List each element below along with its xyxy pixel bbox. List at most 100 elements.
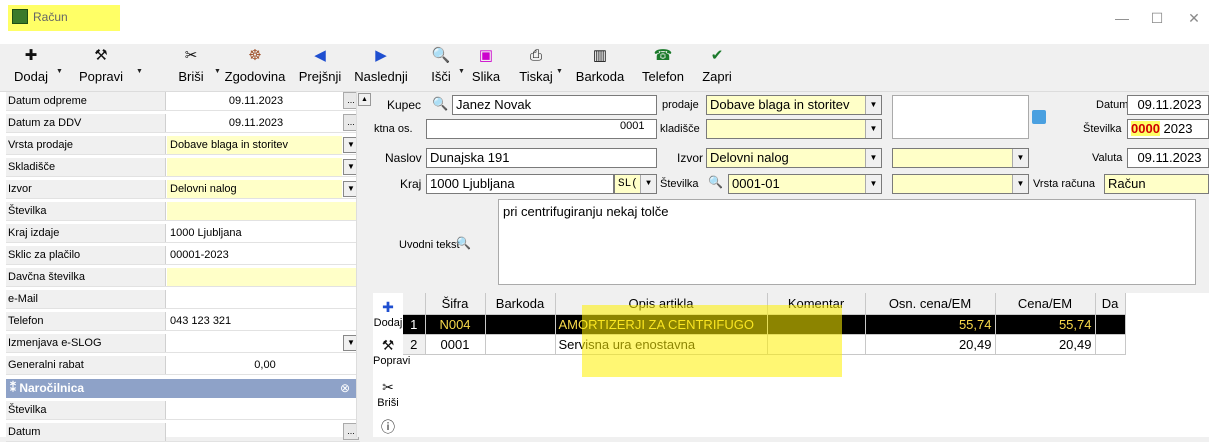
cell-sifra[interactable]: N004 <box>425 314 486 335</box>
chevron-down-icon[interactable]: ▼ <box>556 68 563 75</box>
scroll-up-icon[interactable]: ▲ <box>358 93 371 106</box>
chevron-down-icon[interactable]: ▼ <box>1012 149 1028 167</box>
property-row[interactable]: Številka <box>6 202 360 221</box>
table-row[interactable]: 2 0001 Servisna ura enostavna 20,49 20,49 <box>403 334 1126 355</box>
cell-opis[interactable]: Servisna ura enostavna <box>555 334 768 355</box>
property-value[interactable] <box>167 401 360 419</box>
property-value[interactable]: Delovni nalog <box>167 180 342 198</box>
property-row[interactable]: Izvor Delovni nalog ▼ <box>6 180 360 199</box>
column-header[interactable] <box>403 293 426 315</box>
toolbar-popravi-button[interactable]: ⚒ Popravi ▼ <box>60 44 143 90</box>
chevron-down-icon[interactable]: ▼ <box>1012 175 1028 193</box>
cell-n[interactable]: 2 <box>403 334 426 355</box>
property-value[interactable]: 00001-2023 <box>167 246 360 264</box>
cell-komentar[interactable] <box>767 334 866 355</box>
grid-dodaj-button[interactable]: ✚ Dodaj <box>373 298 403 330</box>
property-value[interactable] <box>167 290 360 308</box>
toolbar-barkoda-button[interactable]: ▥ Barkoda <box>566 44 634 90</box>
izvor-extra-select[interactable]: ▼ <box>892 148 1029 168</box>
column-header[interactable]: Osn. cena/EM <box>865 293 996 315</box>
chevron-down-icon[interactable]: ▼ <box>640 175 656 193</box>
toolbar-isci-button[interactable]: 🔍 Išči ▼ <box>418 44 465 90</box>
property-row[interactable]: Izmenjava e-SLOG ▼ <box>6 334 360 353</box>
table-row[interactable]: 1 N004 AMORTIZERJI ZA CENTRIFUGO 55,74 55,74 <box>403 314 1126 335</box>
chevron-down-icon[interactable]: ▼ <box>865 120 881 138</box>
property-value[interactable]: 09.11.2023 <box>167 92 342 110</box>
grid-info-button[interactable]: ⓘ <box>373 418 403 436</box>
stevilka-input[interactable]: 0000 2023 <box>1127 119 1209 139</box>
valuta-input[interactable]: 09.11.2023 <box>1127 148 1209 168</box>
property-value[interactable] <box>167 158 342 176</box>
toolbar-zgodovina-button[interactable]: ☸ Zgodovina <box>217 44 293 90</box>
prodaje-select[interactable]: Dobave blaga in storitev ▼ <box>706 95 882 115</box>
property-row[interactable]: Datum... <box>6 423 360 442</box>
property-row[interactable]: Vrsta prodaje Dobave blaga in storitev ▼ <box>6 136 360 155</box>
search-icon[interactable]: 🔍 <box>432 96 448 112</box>
stevilka2-select[interactable]: 0001-01 ▼ <box>728 174 882 194</box>
cell-da[interactable] <box>1095 334 1126 355</box>
chevron-down-icon[interactable]: ▼ <box>865 175 881 193</box>
close-button[interactable]: ✕ <box>1184 10 1204 26</box>
maximize-button[interactable]: ☐ <box>1147 10 1167 26</box>
toolbar-slika-button[interactable]: ▣ Slika <box>461 44 511 90</box>
datum-input[interactable]: 09.11.2023 <box>1127 95 1209 115</box>
cell-cena[interactable]: 55,74 <box>995 314 1096 335</box>
property-row[interactable]: Kraj izdaje 1000 Ljubljana <box>6 224 360 243</box>
property-value[interactable]: 1000 Ljubljana <box>167 224 360 242</box>
property-value[interactable] <box>167 202 360 220</box>
search-icon[interactable]: 🔍 <box>708 175 723 189</box>
cell-da[interactable] <box>1095 314 1126 335</box>
property-value[interactable]: 0,00 <box>167 356 360 374</box>
kupec-input[interactable]: Janez Novak <box>452 95 657 115</box>
toolbar-naslednji-button[interactable]: ▶ Naslednji <box>345 44 417 90</box>
cell-barkoda[interactable] <box>485 334 556 355</box>
toolbar-zapri-button[interactable]: ✔ Zapri <box>695 44 739 90</box>
property-value[interactable]: 043 123 321 <box>167 312 360 330</box>
vrsta-racuna-input[interactable]: Račun <box>1104 174 1209 194</box>
column-header[interactable]: Cena/EM <box>995 293 1096 315</box>
grid-briši-button[interactable]: ✂ Briši <box>373 378 403 410</box>
uvodni-tekst-input[interactable]: pri centrifugiranju nekaj tolče <box>498 199 1196 285</box>
kraj-input[interactable]: 1000 Ljubljana <box>426 174 614 194</box>
minimize-button[interactable]: — <box>1112 10 1132 26</box>
search-icon[interactable]: 🔍 <box>456 236 471 250</box>
property-value[interactable] <box>167 423 342 441</box>
section-narocilnica[interactable]: ⁑ Naročilnica ⊗ <box>6 379 356 398</box>
skladisce-select[interactable]: ▼ <box>706 119 882 139</box>
chevron-down-icon[interactable]: ▼ <box>136 68 143 75</box>
cell-cena[interactable]: 20,49 <box>995 334 1096 355</box>
toolbar-telefon-button[interactable]: ☎ Telefon <box>635 44 691 90</box>
property-row[interactable]: Telefon 043 123 321 <box>6 312 360 331</box>
toolbar-dodaj-button[interactable]: ✚ Dodaj ▼ <box>0 44 63 90</box>
property-value[interactable] <box>167 268 360 286</box>
naslov-input[interactable]: Dunajska 191 <box>426 148 657 168</box>
column-header[interactable]: Opis artikla <box>555 293 768 315</box>
property-row[interactable]: Datum za DDV 09.11.2023... <box>6 114 360 133</box>
column-header[interactable]: Da <box>1095 293 1126 315</box>
chevron-down-icon[interactable]: ▼ <box>865 149 881 167</box>
property-row[interactable]: e-Mail <box>6 290 360 309</box>
column-header[interactable]: Komentar <box>767 293 866 315</box>
column-header[interactable]: Barkoda <box>485 293 556 315</box>
toolbar-tiskaj-button[interactable]: ⎙ Tiskaj ▼ <box>510 44 563 90</box>
cell-n[interactable]: 1 <box>403 314 426 335</box>
cell-opis[interactable]: AMORTIZERJI ZA CENTRIFUGO <box>555 314 768 335</box>
column-header[interactable]: Šifra <box>425 293 486 315</box>
attach-icon[interactable] <box>1032 110 1046 124</box>
property-row[interactable]: Skladišče ▼ <box>6 158 360 177</box>
toolbar-brisi-button[interactable]: ✂ Briši ▼ <box>162 44 221 90</box>
toolbar-prejsnji-button[interactable]: ◀ Prejšnji <box>292 44 348 90</box>
izvor-select[interactable]: Delovni nalog ▼ <box>706 148 882 168</box>
properties-scrollbar[interactable]: ▲ <box>356 92 372 437</box>
property-row[interactable]: Generalni rabat 0,00 <box>6 356 360 375</box>
country-select[interactable]: SL(▼ <box>614 174 657 194</box>
notes-box[interactable] <box>892 95 1029 139</box>
chevron-down-icon[interactable]: ▼ <box>865 96 881 114</box>
cell-osn[interactable]: 55,74 <box>865 314 996 335</box>
property-row[interactable]: Datum odpreme 09.11.2023... <box>6 92 360 111</box>
cell-osn[interactable]: 20,49 <box>865 334 996 355</box>
cell-barkoda[interactable] <box>485 314 556 335</box>
property-value[interactable]: 09.11.2023 <box>167 114 342 132</box>
cell-sifra[interactable]: 0001 <box>425 334 486 355</box>
grid-popravi-button[interactable]: ⚒ Popravi <box>373 336 410 368</box>
